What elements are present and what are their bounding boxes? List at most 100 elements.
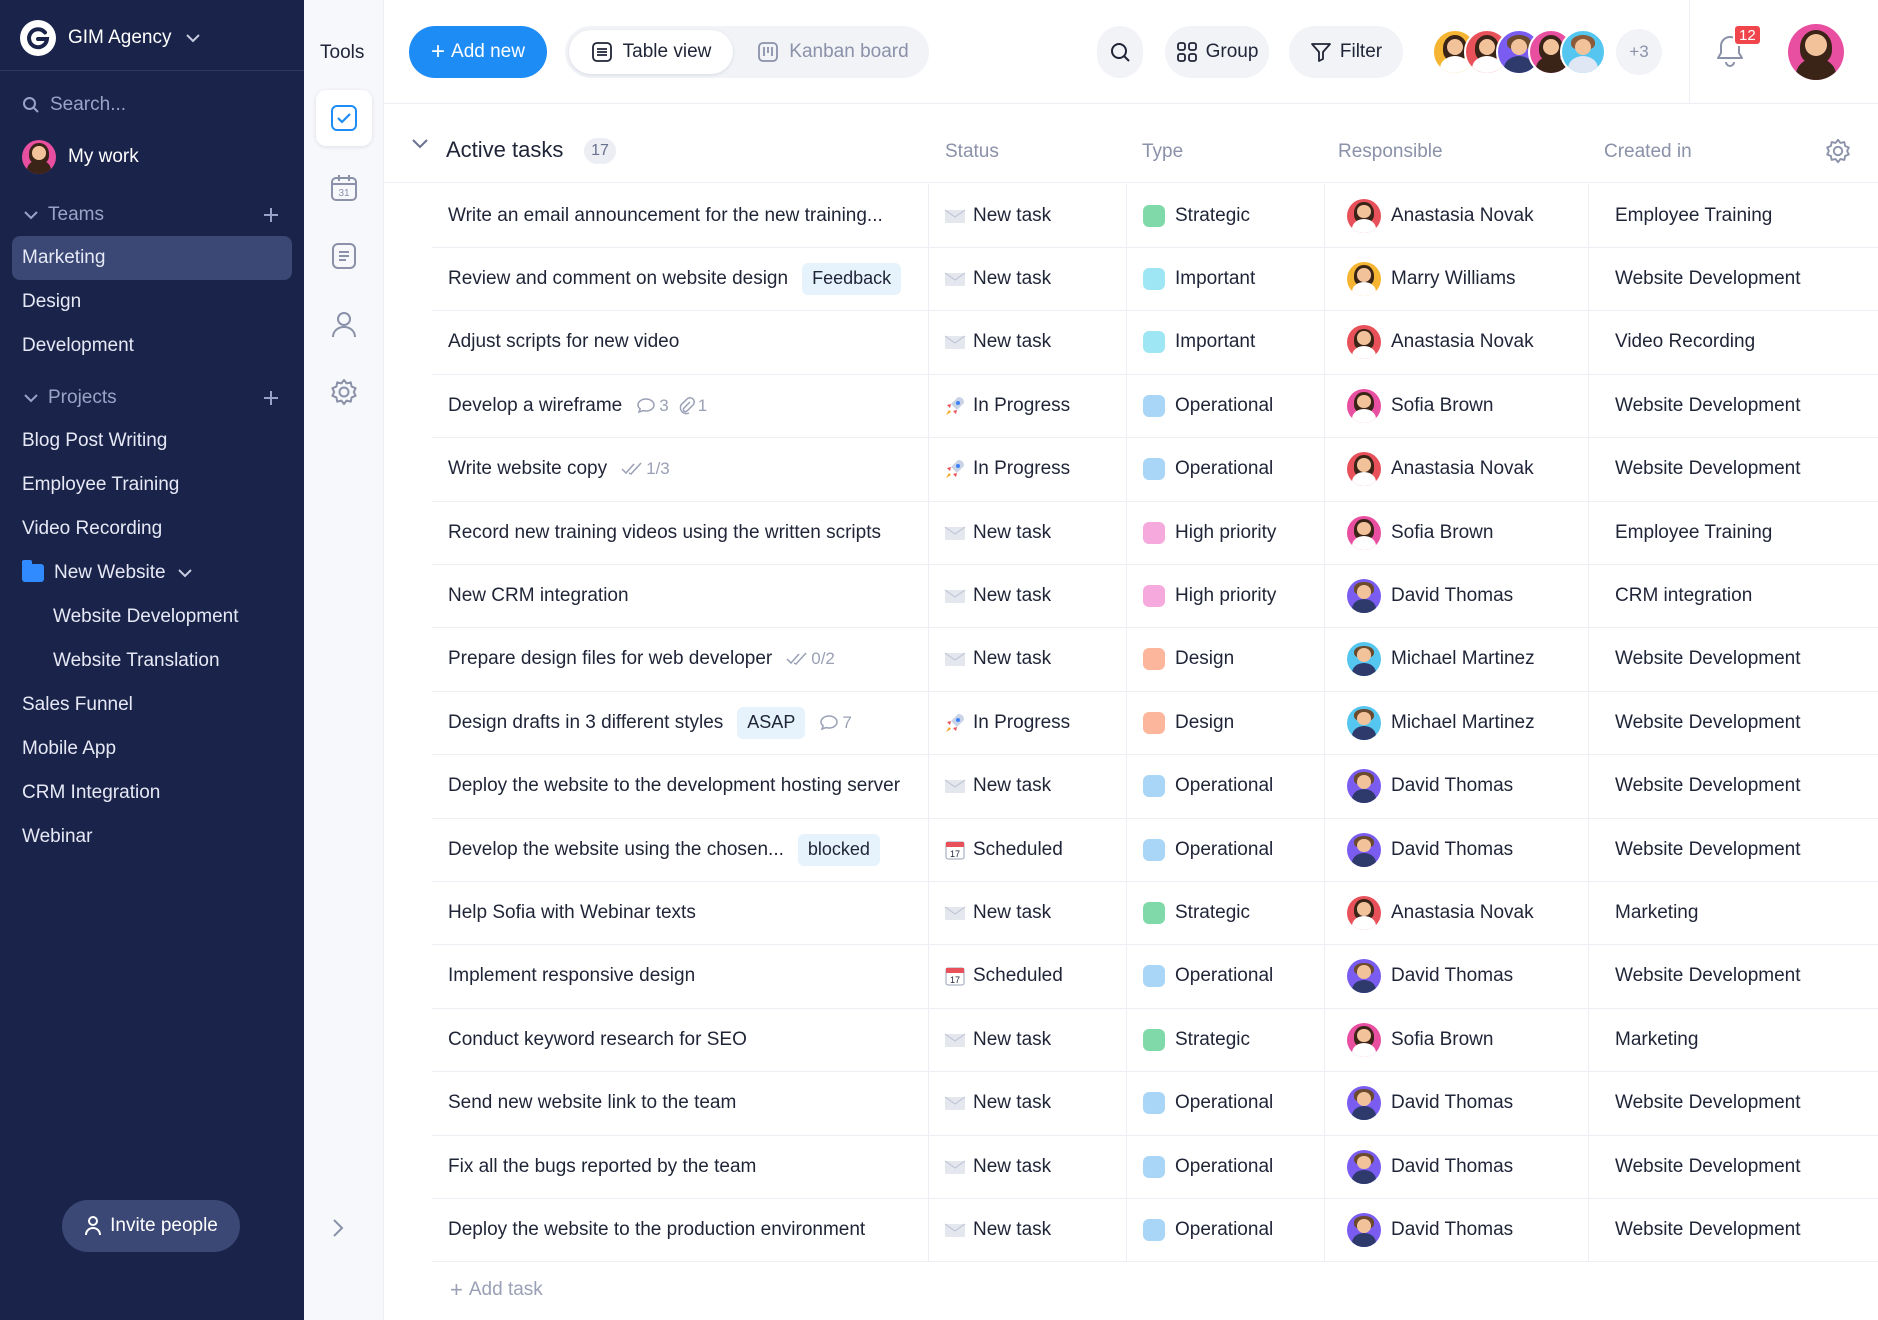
invite-people-button[interactable]: Invite people [62, 1200, 240, 1252]
add-task-button[interactable]: + Add task [450, 1277, 543, 1303]
task-name-cell[interactable]: Deploy the website to the development ho… [448, 755, 926, 818]
table-row[interactable]: Develop a wireframe 3 1 In Progress Operatio… [432, 374, 1878, 439]
created-in-cell[interactable]: Employee Training [1588, 501, 1878, 564]
table-row[interactable]: Implement responsive design 17 Scheduled Op… [432, 944, 1878, 1009]
type-cell[interactable]: Design [1126, 691, 1324, 755]
created-in-cell[interactable]: Website Development [1588, 691, 1878, 755]
created-in-cell[interactable]: Website Development [1588, 1135, 1878, 1198]
table-row[interactable]: Send new website link to the team New tas… [432, 1071, 1878, 1136]
type-cell[interactable]: Strategic [1126, 881, 1324, 945]
plus-icon[interactable] [262, 206, 280, 224]
table-row[interactable]: Record new training videos using the wri… [432, 501, 1878, 565]
sidebar-item-video-recording[interactable]: Video Recording [12, 507, 292, 551]
checklist-progress[interactable]: 0/2 [786, 649, 835, 669]
status-cell[interactable]: New task [928, 1198, 1126, 1262]
task-name-cell[interactable]: Fix all the bugs reported by the team [448, 1135, 926, 1198]
task-name-cell[interactable]: Record new training videos using the wri… [448, 501, 926, 564]
created-in-cell[interactable]: Website Development [1588, 754, 1878, 818]
sidebar-item-website-development[interactable]: Website Development [12, 595, 292, 639]
type-cell[interactable]: High priority [1126, 564, 1324, 628]
status-cell[interactable]: New task [928, 247, 1126, 311]
table-row[interactable]: Write an email announcement for the new … [432, 184, 1878, 248]
task-name-cell[interactable]: Conduct keyword research for SEO [448, 1008, 926, 1071]
table-row[interactable]: Conduct keyword research for SEO New task… [432, 1008, 1878, 1073]
table-row[interactable]: Deploy the website to the production env… [432, 1198, 1878, 1263]
task-name-cell[interactable]: Review and comment on website design Feed… [448, 247, 926, 310]
table-row[interactable]: Deploy the website to the development ho… [432, 754, 1878, 819]
sidebar-folder-new-website[interactable]: New Website [12, 551, 292, 595]
task-tag[interactable]: blocked [797, 833, 880, 866]
table-row[interactable]: Fix all the bugs reported by the team New… [432, 1135, 1878, 1199]
table-row[interactable]: Adjust scripts for new video New task Impo… [432, 310, 1878, 375]
table-row[interactable]: Prepare design files for web developer 0/… [432, 627, 1878, 692]
task-tag[interactable]: Feedback [802, 262, 902, 295]
gear-icon[interactable] [1824, 137, 1852, 165]
status-cell[interactable]: New task [928, 310, 1126, 374]
workspace-switcher[interactable]: GIM Agency [20, 18, 200, 58]
task-name-cell[interactable]: Design drafts in 3 different styles ASAP 7 [448, 691, 926, 754]
sidebar-item-design[interactable]: Design [12, 280, 292, 324]
column-header-type[interactable]: Type [1142, 141, 1183, 163]
sidebar-search[interactable]: Search... [22, 94, 126, 116]
status-cell[interactable]: New task [928, 754, 1126, 818]
comment-count[interactable]: 3 [636, 396, 669, 416]
created-in-cell[interactable]: Employee Training [1588, 184, 1878, 247]
checklist-progress[interactable]: 1/3 [621, 459, 670, 479]
sidebar-item-website-translation[interactable]: Website Translation [12, 639, 292, 683]
calendar-tool-button[interactable]: 31 [316, 160, 372, 216]
table-row[interactable]: Review and comment on website design Feed… [432, 247, 1878, 312]
status-cell[interactable]: New task [928, 881, 1126, 945]
table-row[interactable]: Design drafts in 3 different styles ASAP 7… [432, 691, 1878, 756]
created-in-cell[interactable]: CRM integration [1588, 564, 1878, 628]
table-row[interactable]: Develop the website using the chosen... b… [432, 818, 1878, 882]
plus-icon[interactable] [262, 389, 280, 407]
status-cell[interactable]: New task [928, 1135, 1126, 1198]
type-cell[interactable]: Operational [1126, 944, 1324, 1008]
type-cell[interactable]: Important [1126, 247, 1324, 311]
type-cell[interactable]: Operational [1126, 374, 1324, 438]
filter-button[interactable]: Filter [1289, 26, 1403, 78]
type-cell[interactable]: High priority [1126, 501, 1324, 564]
responsible-cell[interactable]: David Thomas [1324, 944, 1588, 1008]
responsible-cell[interactable]: Anastasia Novak [1324, 184, 1588, 247]
type-cell[interactable]: Operational [1126, 1135, 1324, 1198]
task-name-cell[interactable]: Write an email announcement for the new … [448, 184, 926, 247]
comment-count[interactable]: 7 [819, 713, 852, 733]
more-members-count[interactable]: +3 [1616, 29, 1662, 75]
created-in-cell[interactable]: Website Development [1588, 247, 1878, 311]
type-cell[interactable]: Operational [1126, 1198, 1324, 1262]
sidebar-item-marketing[interactable]: Marketing [12, 236, 292, 280]
type-cell[interactable]: Strategic [1126, 184, 1324, 247]
task-name-cell[interactable]: Develop the website using the chosen... b… [448, 818, 926, 881]
task-name-cell[interactable]: Send new website link to the team [448, 1072, 926, 1135]
type-cell[interactable]: Important [1126, 310, 1324, 374]
sidebar-item-crm-integration[interactable]: CRM Integration [12, 771, 292, 815]
status-cell[interactable]: New task [928, 627, 1126, 691]
sidebar-item-mobile-app[interactable]: Mobile App [12, 727, 292, 771]
tasks-tool-button[interactable] [316, 90, 372, 146]
status-cell[interactable]: New task [928, 1008, 1126, 1072]
type-cell[interactable]: Design [1126, 627, 1324, 691]
column-header-created-in[interactable]: Created in [1604, 141, 1692, 163]
people-tool-button[interactable] [316, 296, 372, 352]
responsible-cell[interactable]: Anastasia Novak [1324, 310, 1588, 374]
created-in-cell[interactable]: Website Development [1588, 1071, 1878, 1135]
table-row[interactable]: New CRM integration New task High priority… [432, 564, 1878, 629]
status-cell[interactable]: New task [928, 184, 1126, 247]
responsible-cell[interactable]: Sofia Brown [1324, 1008, 1588, 1072]
created-in-cell[interactable]: Website Development [1588, 818, 1878, 881]
type-cell[interactable]: Operational [1126, 437, 1324, 501]
status-cell[interactable]: In Progress [928, 437, 1126, 501]
status-cell[interactable]: New task [928, 501, 1126, 564]
column-header-status[interactable]: Status [945, 141, 999, 163]
created-in-cell[interactable]: Website Development [1588, 627, 1878, 691]
task-name-cell[interactable]: Write website copy 1/3 [448, 438, 926, 501]
sidebar-item-development[interactable]: Development [12, 324, 292, 368]
created-in-cell[interactable]: Marketing [1588, 1008, 1878, 1072]
column-header-responsible[interactable]: Responsible [1338, 141, 1443, 163]
responsible-cell[interactable]: David Thomas [1324, 754, 1588, 818]
task-name-cell[interactable]: Deploy the website to the production env… [448, 1198, 926, 1261]
chevron-right-icon[interactable] [332, 1218, 344, 1238]
search-button[interactable] [1097, 26, 1143, 78]
status-cell[interactable]: 17 Scheduled [928, 818, 1126, 881]
